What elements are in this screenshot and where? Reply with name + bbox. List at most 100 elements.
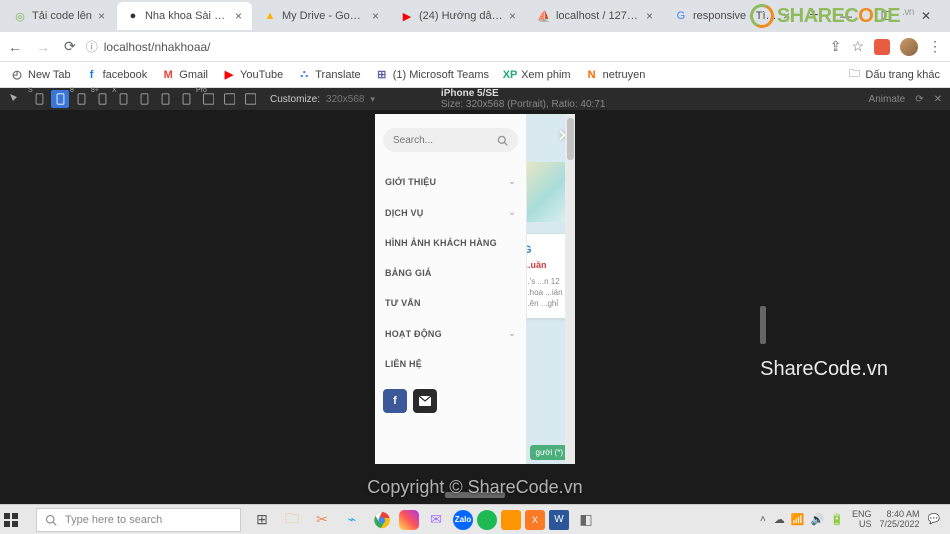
device-preset[interactable]: S <box>30 90 48 108</box>
tab-close-icon[interactable]: × <box>98 9 105 23</box>
device-preset[interactable] <box>240 90 258 108</box>
card-big-text: G <box>527 244 565 256</box>
tab-title: Tải code lên <box>32 10 92 22</box>
extension-icon-1[interactable] <box>874 39 890 55</box>
dimensions-value[interactable]: 320x568 <box>326 94 364 105</box>
search-input[interactable] <box>393 135 493 146</box>
snip-icon[interactable]: ✂ <box>309 507 335 533</box>
mobile-nav-item[interactable]: BẢNG GIÁ <box>383 258 518 288</box>
volume-icon[interactable]: 🔊 <box>811 513 825 526</box>
refresh-icon[interactable]: ⟳ <box>915 94 923 105</box>
browser-tab[interactable]: ⛵localhost / 127.0.0.1 / nhak× <box>528 2 663 30</box>
wifi-icon[interactable]: 📶 <box>791 513 805 526</box>
search-wrapper <box>383 128 518 152</box>
dim-chevron-icon[interactable]: ▾ <box>370 94 375 105</box>
taskview-icon[interactable]: ⊞ <box>249 507 275 533</box>
bookmark-item[interactable]: ◴New Tab <box>10 68 71 82</box>
tray-chevron-icon[interactable]: ˄ <box>760 514 766 525</box>
menu-dots-icon[interactable]: ⋮ <box>928 38 942 55</box>
bookmark-favicon: XP <box>503 68 517 82</box>
language-indicator[interactable]: ENG US <box>852 510 872 530</box>
height-resize-handle[interactable] <box>760 306 766 344</box>
device-preset[interactable]: Pro <box>198 90 216 108</box>
battery-icon[interactable]: 🔋 <box>830 513 844 526</box>
xampp-icon[interactable]: X <box>525 510 545 530</box>
tab-favicon: ● <box>127 10 139 22</box>
facebook-button[interactable]: f <box>383 389 407 413</box>
device-preset[interactable]: 8 <box>72 90 90 108</box>
taskbar-search[interactable]: Type here to search <box>36 508 241 532</box>
star-icon[interactable]: ☆ <box>851 38 864 55</box>
word-icon[interactable]: W <box>549 510 569 530</box>
spotify-icon[interactable] <box>477 510 497 530</box>
clock[interactable]: 8:40 AM 7/25/2022 <box>880 510 920 530</box>
animate-label[interactable]: Animate <box>869 94 906 105</box>
back-button[interactable]: ← <box>8 39 22 55</box>
nav-item-label: LIÊN HỆ <box>385 359 422 369</box>
bookmark-item[interactable]: ▶YouTube <box>222 68 283 82</box>
search-icon[interactable] <box>497 135 508 146</box>
bookmark-item[interactable]: Nnetruyen <box>585 68 646 82</box>
browser-tab[interactable]: ●Nha khoa Sài Gòn Bình× <box>117 2 252 30</box>
browser-tab[interactable]: ◎Tải code lên× <box>4 2 115 30</box>
browser-tab[interactable]: ▶(24) Hướng dẫn cài đặt full× <box>391 2 526 30</box>
bookmark-item[interactable]: ⊞(1) Microsoft Teams <box>375 68 489 82</box>
mobile-viewport: GIỚI THIỆU⌄DỊCH VỤ⌄HÌNH ẢNH KHÁCH HÀNGBẢ… <box>375 114 575 464</box>
profile-avatar[interactable] <box>900 38 918 56</box>
customize-label: Customize: <box>270 94 320 105</box>
site-info-icon[interactable]: ⓘ <box>86 38 98 55</box>
explorer-icon[interactable]: 🗀 <box>279 507 305 533</box>
bookmark-item[interactable]: ⛬Translate <box>297 68 360 82</box>
chrome-icon[interactable] <box>369 507 395 533</box>
tab-close-icon[interactable]: × <box>372 9 379 23</box>
bookmark-favicon: f <box>85 68 99 82</box>
inspector-icon[interactable] <box>6 90 24 108</box>
instagram-icon[interactable] <box>399 510 419 530</box>
bookmarks-overflow[interactable]: 🗀 Dấu trang khác <box>847 68 940 82</box>
share-icon[interactable]: ⇪ <box>830 38 842 55</box>
bookmark-item[interactable]: MGmail <box>161 68 208 82</box>
tab-close-icon[interactable]: × <box>646 9 653 23</box>
mobile-nav-item[interactable]: LIÊN HỆ <box>383 349 518 379</box>
forward-button[interactable]: → <box>36 39 50 55</box>
mobile-nav-item[interactable]: HÌNH ẢNH KHÁCH HÀNG <box>383 228 518 258</box>
zalo-icon[interactable]: Zalo <box>453 510 473 530</box>
bookmark-item[interactable]: ffacebook <box>85 68 148 82</box>
responsive-viewport-area: GIỚI THIỆU⌄DỊCH VỤ⌄HÌNH ẢNH KHÁCH HÀNGBẢ… <box>0 110 950 510</box>
search-icon <box>45 514 57 526</box>
notifications-icon[interactable]: 💬 <box>928 514 940 525</box>
mobile-nav-item[interactable]: HOẠT ĐỘNG⌄ <box>383 318 518 349</box>
messenger-icon[interactable]: ✉ <box>423 507 449 533</box>
scrollbar-thumb[interactable] <box>567 118 574 160</box>
close-devtools-icon[interactable]: ✕ <box>934 94 942 105</box>
mobile-nav-item[interactable]: DỊCH VỤ⌄ <box>383 197 518 228</box>
mobile-nav-item[interactable]: TƯ VẤN <box>383 288 518 318</box>
tab-favicon: ⛵ <box>538 10 550 22</box>
vscode-icon[interactable]: ⌁ <box>339 507 365 533</box>
device-preset[interactable] <box>135 90 153 108</box>
bookmark-favicon: N <box>585 68 599 82</box>
tab-close-icon[interactable]: × <box>235 9 242 23</box>
email-button[interactable] <box>413 389 437 413</box>
tab-close-icon[interactable]: × <box>509 9 516 23</box>
chevron-down-icon: ⌄ <box>508 207 516 218</box>
onedrive-icon[interactable]: ☁ <box>774 513 785 526</box>
browser-tab[interactable]: ▲My Drive - Google Drive× <box>254 2 389 30</box>
device-preset[interactable]: 8+ <box>93 90 111 108</box>
device-preset[interactable] <box>156 90 174 108</box>
scrollbar-track[interactable] <box>565 114 575 464</box>
app-icon-other[interactable]: ◧ <box>573 507 599 533</box>
mobile-nav-item[interactable]: GIỚI THIỆU⌄ <box>383 166 518 197</box>
start-button[interactable] <box>4 513 36 527</box>
lang-2: US <box>859 520 872 530</box>
reload-button[interactable]: ⟳ <box>64 38 76 55</box>
app-icon-orange[interactable] <box>501 510 521 530</box>
bookmark-favicon: ⛬ <box>297 68 311 82</box>
device-preset[interactable] <box>177 90 195 108</box>
address-bar[interactable]: ⓘ localhost/nhakhoaa/ <box>86 38 820 55</box>
device-preset[interactable] <box>51 90 69 108</box>
device-preset[interactable] <box>219 90 237 108</box>
device-preset[interactable]: X <box>114 90 132 108</box>
device-info: iPhone 5/SE Size: 320x568 (Portrait), Ra… <box>441 88 606 110</box>
bookmark-item[interactable]: XPXem phim <box>503 68 571 82</box>
